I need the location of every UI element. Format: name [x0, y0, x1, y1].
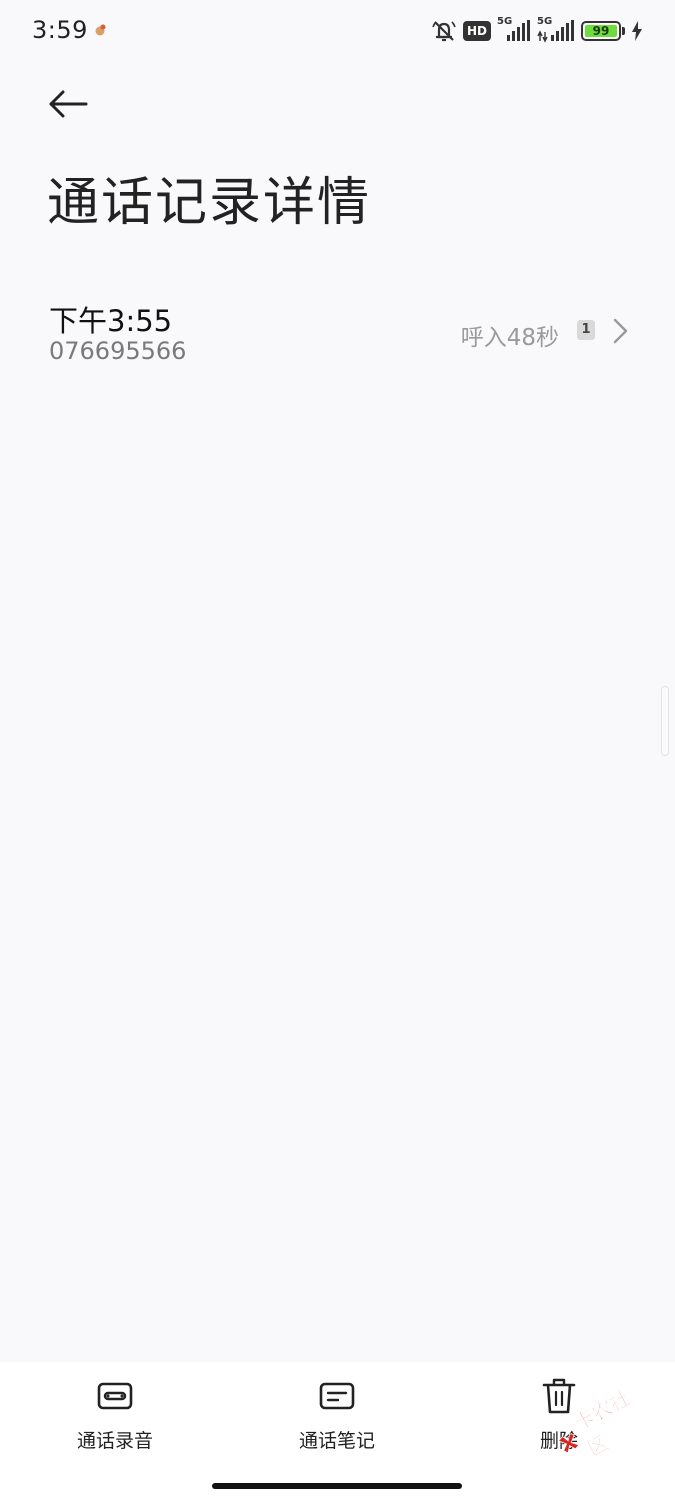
page-title: 通话记录详情: [47, 173, 372, 233]
battery-indicator: 99: [581, 21, 621, 41]
back-button[interactable]: [44, 84, 92, 124]
call-type-duration: 呼入48秒: [460, 325, 559, 351]
status-icons: HD 5G 5G 99: [431, 16, 643, 44]
signal-2: 5G: [537, 16, 575, 43]
home-indicator[interactable]: [212, 1483, 462, 1489]
call-time: 下午3:55: [49, 304, 173, 338]
call-record-row[interactable]: 下午3:55 076695566 呼入48秒 1: [0, 290, 675, 380]
call-notes-label: 通话笔记: [298, 1430, 375, 1452]
battery-tip: [622, 27, 625, 35]
cassette-icon: [95, 1376, 135, 1416]
phone-number: 076695566: [49, 337, 187, 365]
battery-percent: 99: [592, 24, 610, 38]
notification-app-icon: [95, 24, 106, 36]
call-recording-button[interactable]: 通话录音: [35, 1376, 195, 1453]
network-label-1: 5G: [497, 16, 513, 27]
signal-1: 5G: [497, 16, 531, 43]
arrow-left-icon: [49, 90, 88, 118]
sim-badge: 1: [577, 320, 595, 340]
note-icon: [317, 1376, 357, 1416]
charging-bolt-icon: [632, 21, 642, 41]
chevron-right-icon[interactable]: [611, 318, 629, 344]
hd-badge: HD: [463, 21, 491, 41]
mute-bell-icon: [432, 21, 456, 42]
call-recording-label: 通话录音: [76, 1430, 153, 1452]
call-notes-button[interactable]: 通话笔记: [257, 1376, 417, 1453]
scrollbar[interactable]: [661, 686, 669, 756]
status-bar: 3:59 HD 5G 5G 99: [0, 0, 675, 64]
status-time: 3:59: [32, 16, 88, 44]
network-label-2: 5G: [537, 16, 553, 27]
